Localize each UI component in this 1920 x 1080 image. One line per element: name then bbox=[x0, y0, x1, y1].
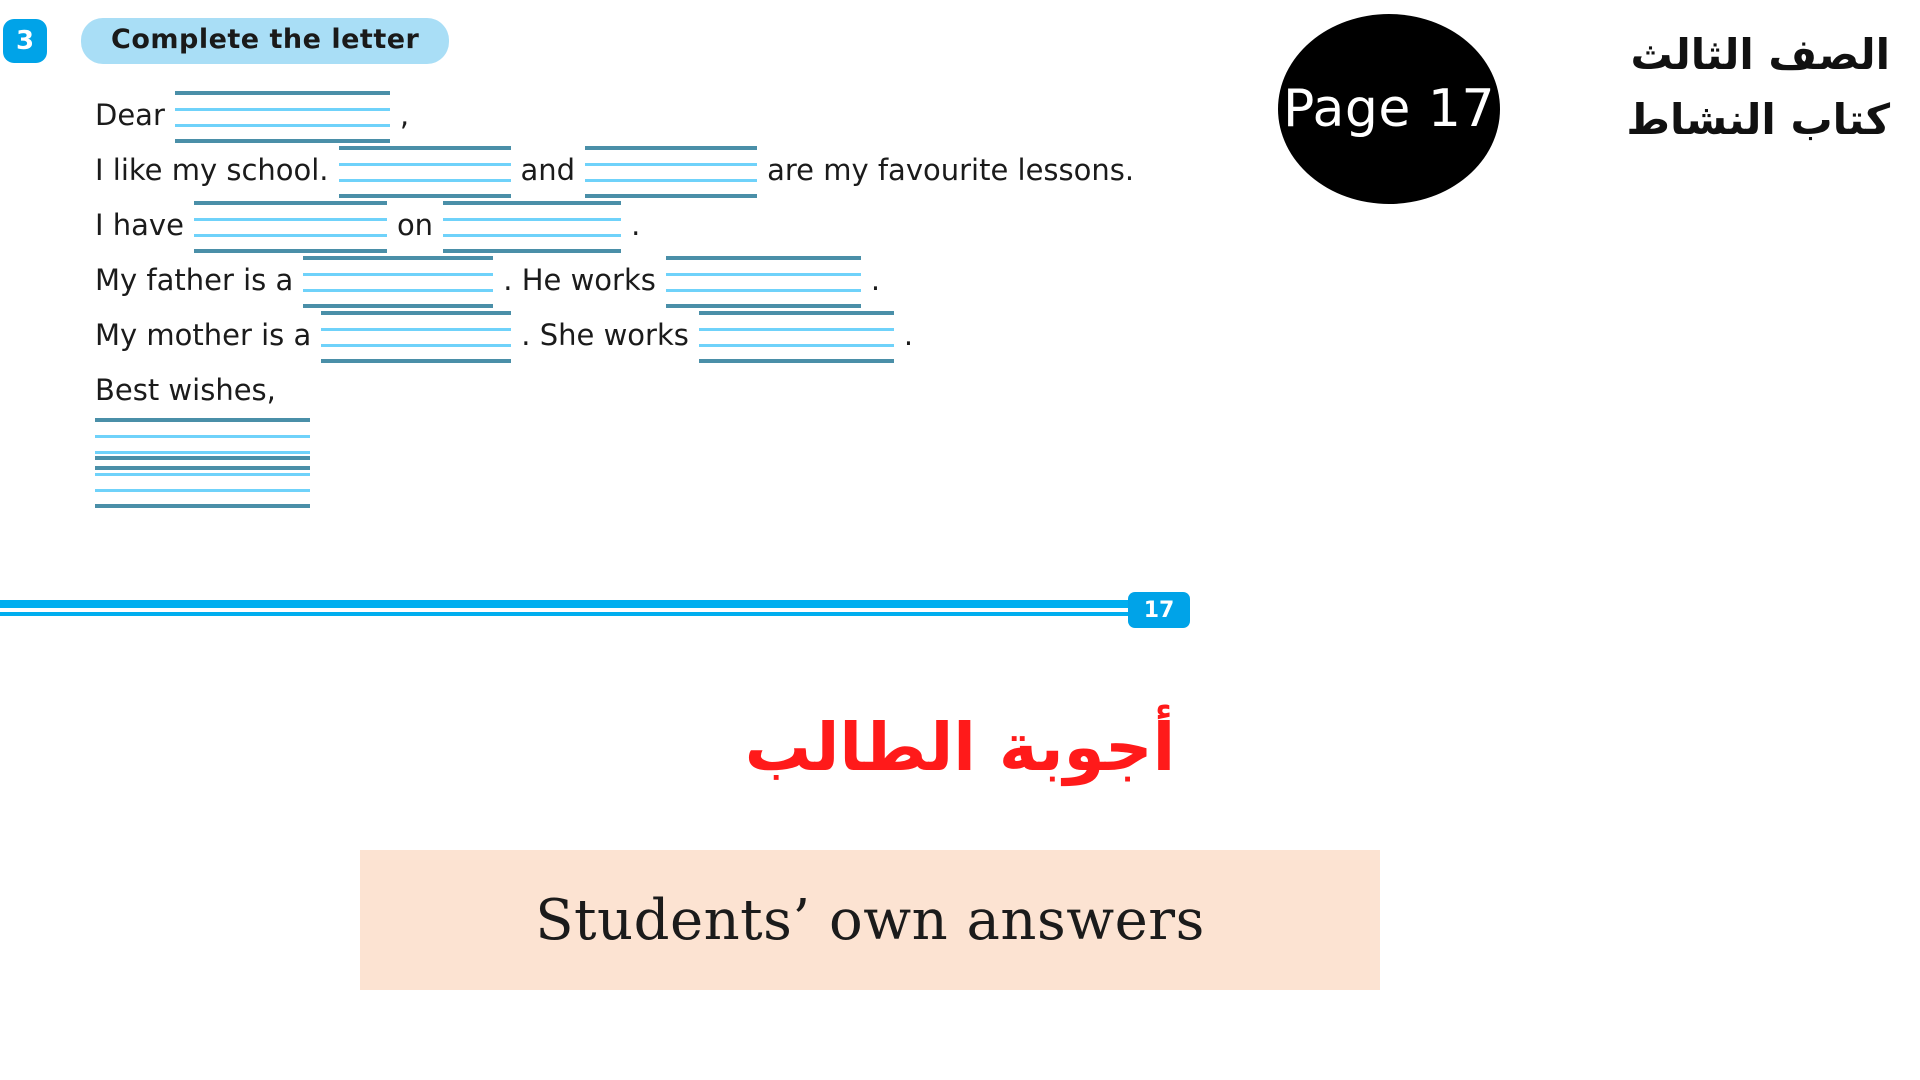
letter-text: are my favourite lessons. bbox=[767, 153, 1135, 187]
blank-rule bbox=[193, 233, 387, 237]
letter-blank[interactable] bbox=[321, 309, 512, 363]
letter-line-i-have-on: I have on. bbox=[95, 198, 1215, 253]
blank-rule bbox=[95, 504, 310, 508]
blank-rule bbox=[698, 310, 894, 315]
arabic-header: الصف الثالث كتاب النشاط bbox=[1626, 22, 1890, 152]
blank-rule bbox=[303, 272, 494, 276]
letter-blank[interactable] bbox=[193, 199, 387, 253]
blank-rule bbox=[303, 288, 494, 292]
blank-rule bbox=[303, 303, 494, 308]
footer-page-number-badge: 17 bbox=[1128, 592, 1190, 628]
blank-rule bbox=[585, 145, 758, 150]
letter-blank[interactable] bbox=[338, 144, 511, 198]
exercise-number-badge: 3 bbox=[3, 19, 47, 63]
blank-rule bbox=[338, 178, 511, 182]
letter-blank[interactable] bbox=[174, 89, 390, 143]
arabic-book-line: كتاب النشاط bbox=[1626, 95, 1890, 145]
letter-line-favourite-lessons: I like my school. and are my favourite les… bbox=[95, 143, 1215, 198]
blank-rule bbox=[443, 248, 622, 253]
blank-rule bbox=[665, 255, 861, 260]
letter-text: on bbox=[396, 208, 434, 242]
signature-blanks bbox=[95, 418, 1215, 508]
letter-blank[interactable] bbox=[303, 254, 494, 308]
blank-rule bbox=[174, 107, 390, 111]
blank-rule bbox=[443, 200, 622, 205]
blank-rule bbox=[95, 473, 310, 476]
answer-box: Students’ own answers bbox=[360, 850, 1380, 990]
letter-text: I like my school. bbox=[95, 153, 329, 187]
blank-rule bbox=[95, 418, 310, 422]
letter-text: Dear bbox=[95, 98, 165, 132]
blank-rule bbox=[585, 162, 758, 166]
letter-text: . She works bbox=[521, 318, 689, 352]
letter-text: . bbox=[631, 208, 641, 242]
blank-rule bbox=[174, 90, 390, 95]
letter-text: Best wishes, bbox=[95, 373, 276, 407]
blank-rule bbox=[665, 288, 861, 292]
answer-text: Students’ own answers bbox=[535, 887, 1205, 953]
blank-rule bbox=[95, 435, 310, 438]
blank-rule bbox=[193, 248, 387, 253]
letter-text: . He works bbox=[503, 263, 656, 297]
letter-text: . bbox=[870, 263, 881, 297]
blank-rule bbox=[174, 138, 390, 143]
blank-rule bbox=[321, 327, 512, 331]
letter-line-mother: My mother is a . She works. bbox=[95, 308, 1215, 363]
footer-rule-thick bbox=[0, 600, 1140, 608]
blank-rule bbox=[321, 310, 512, 315]
blank-rule bbox=[95, 489, 310, 492]
arabic-grade-line: الصف الثالث bbox=[1630, 30, 1890, 79]
page-circle-badge: Page 17 bbox=[1278, 14, 1500, 204]
letter-blank[interactable] bbox=[585, 144, 758, 198]
blank-rule bbox=[338, 162, 511, 166]
footer-rule-thin bbox=[0, 612, 1140, 616]
blank-rule bbox=[95, 456, 310, 460]
letter-text: I have bbox=[95, 208, 184, 242]
letter-blank[interactable] bbox=[443, 199, 622, 253]
letter-text: , bbox=[399, 98, 410, 132]
letter-text: and bbox=[520, 153, 576, 187]
blank-rule bbox=[585, 193, 758, 198]
blank-rule bbox=[443, 217, 622, 221]
blank-rule bbox=[665, 303, 861, 308]
blank-rule bbox=[443, 233, 622, 237]
blank-rule bbox=[193, 217, 387, 221]
letter-body: Dear, I like my school. and are my favourit… bbox=[95, 88, 1215, 508]
letter-line-father: My father is a . He works. bbox=[95, 253, 1215, 308]
blank-rule bbox=[585, 178, 758, 182]
blank-rule bbox=[174, 123, 390, 127]
exercise-header: 3 Complete the letter bbox=[0, 18, 450, 64]
signature-line-2-blank[interactable] bbox=[95, 454, 310, 508]
letter-text: My mother is a bbox=[95, 318, 312, 352]
letter-text: . bbox=[903, 318, 914, 352]
blank-rule bbox=[193, 200, 387, 205]
blank-rule bbox=[698, 358, 894, 363]
letter-blank[interactable] bbox=[665, 254, 861, 308]
blank-rule bbox=[698, 343, 894, 347]
footer-rule bbox=[0, 600, 1140, 617]
letter-text: My father is a bbox=[95, 263, 294, 297]
answers-heading: أجوبة الطالب bbox=[744, 709, 1176, 786]
blank-rule bbox=[338, 193, 511, 198]
blank-rule bbox=[665, 272, 861, 276]
signature-line-2 bbox=[95, 456, 1215, 508]
blank-rule bbox=[698, 327, 894, 331]
blank-rule bbox=[338, 145, 511, 150]
exercise-title: Complete the letter bbox=[81, 18, 450, 64]
blank-rule bbox=[303, 255, 494, 260]
workbook-page: 3 Complete the letter Dear, I like my sch… bbox=[0, 0, 1920, 1080]
blank-rule bbox=[321, 343, 512, 347]
letter-line-closing: Best wishes, bbox=[95, 363, 1215, 418]
letter-blank[interactable] bbox=[698, 309, 894, 363]
letter-line-greeting: Dear, bbox=[95, 88, 1215, 143]
blank-rule bbox=[321, 358, 512, 363]
